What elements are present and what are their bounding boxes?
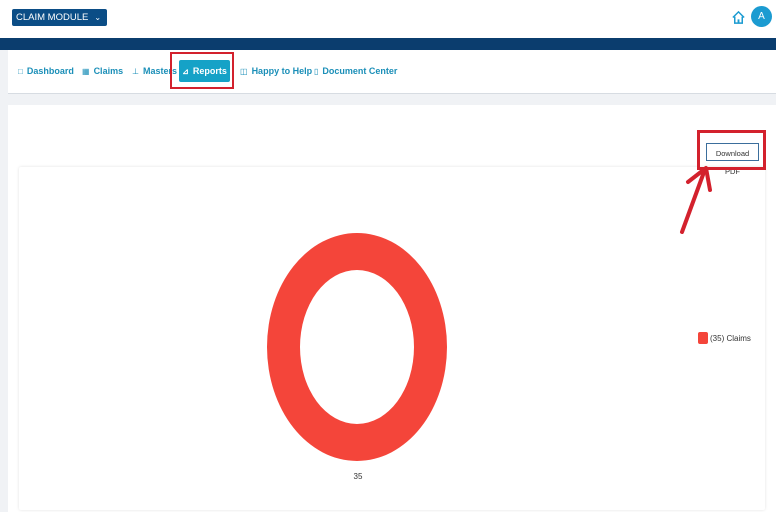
chevron-down-icon: ⌄: [94, 13, 102, 22]
sitemap-icon: ⊥: [132, 66, 139, 76]
main-nav: □ Dashboard ▦ Claims ⊥ Masters ◫ Happy t…: [8, 50, 776, 94]
file-icon: ▯: [314, 66, 319, 76]
chart-legend[interactable]: (35) Claims: [698, 332, 751, 344]
nav-dashboard-label: Dashboard: [26, 66, 74, 76]
nav-happy-to-help[interactable]: ◫ Happy to Help: [240, 66, 312, 76]
nav-claims-label: Claims: [93, 66, 124, 76]
grid-icon: ▦: [82, 66, 90, 76]
nav-document-center-label: Document Center: [322, 66, 398, 76]
legend-label: (35) Claims: [710, 333, 751, 343]
monitor-icon: □: [18, 66, 23, 76]
donut-slice-claims[interactable]: [267, 233, 447, 461]
data-label: 35: [353, 472, 363, 481]
reports-highlight-box: [170, 52, 234, 89]
module-dropdown[interactable]: CLAIM MODULE ⌄: [12, 9, 108, 26]
top-header: CLAIM MODULE ⌄ A: [0, 0, 776, 38]
header-band: [0, 38, 776, 50]
avatar[interactable]: A: [751, 6, 772, 27]
module-dropdown-label: CLAIM MODULE: [16, 12, 89, 23]
nav-document-center[interactable]: ▯ Document Center: [314, 66, 397, 76]
legend-swatch: [698, 332, 708, 344]
nav-happy-to-help-label: Happy to Help: [251, 66, 313, 76]
home-icon[interactable]: [731, 10, 746, 25]
donut-chart: [267, 233, 447, 461]
annotation-arrow: [680, 166, 712, 234]
book-icon: ◫: [240, 66, 248, 76]
nav-dashboard[interactable]: □ Dashboard: [18, 66, 74, 76]
nav-claims[interactable]: ▦ Claims: [82, 66, 123, 76]
